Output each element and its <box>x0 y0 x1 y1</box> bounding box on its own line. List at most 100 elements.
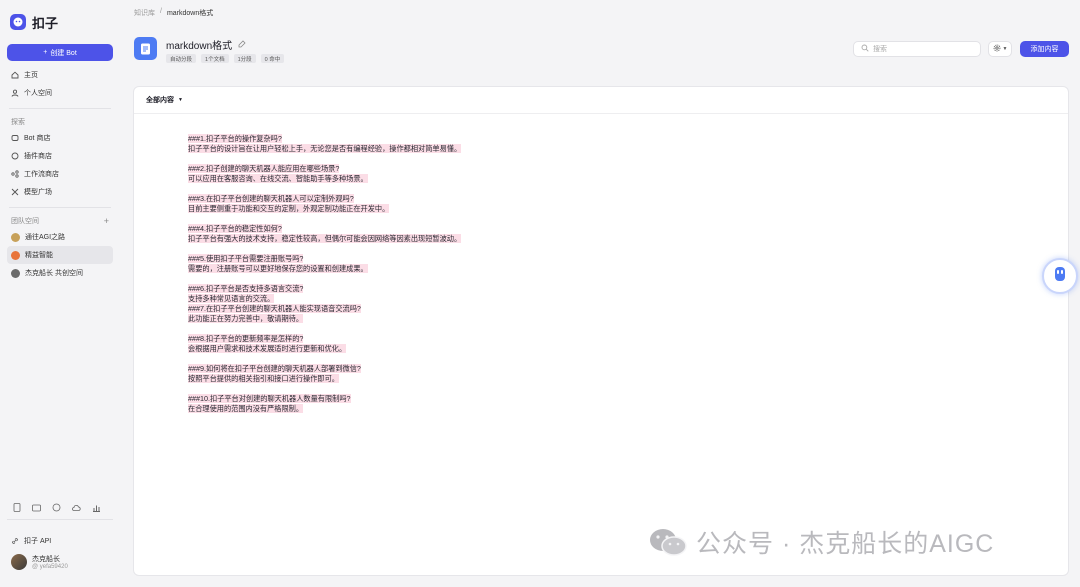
avatar <box>11 554 27 570</box>
sidebar-item-home[interactable]: 主页 <box>7 66 113 84</box>
sidebar-item-label: 通往AGI之路 <box>25 234 66 241</box>
filter-label: 全部内容 <box>146 97 174 104</box>
sidebar-item-label: Bot 商店 <box>24 135 51 142</box>
sidebar-item-label: 插件商店 <box>24 153 52 160</box>
feedback-icon[interactable] <box>52 503 61 512</box>
user-profile[interactable]: 杰克船长 @ yefa59420 <box>11 554 68 570</box>
add-team-icon[interactable]: + <box>104 216 109 226</box>
highlighted-text: 可以应用在客服咨询、在线交流、智能助手等多种场景。 <box>188 174 368 183</box>
team-section-label: 团队空间 + <box>11 216 109 226</box>
sidebar-item-bot-store[interactable]: Bot 商店 <box>7 129 113 147</box>
team-avatar <box>11 232 20 242</box>
chart-icon[interactable] <box>92 503 101 512</box>
brand[interactable]: 扣子 <box>7 10 113 34</box>
sidebar-item-workflow-store[interactable]: 工作流商店 <box>7 165 113 183</box>
answer-line: 在合理使用的范围内没有严格限制。 <box>188 404 461 414</box>
question-line: ###9.如何将在扣子平台创建的聊天机器人部署到微信? <box>188 364 461 374</box>
answer-line: 可以应用在客服咨询、在线交流、智能助手等多种场景。 <box>188 174 461 184</box>
question-line: ###8.扣子平台的更新频率是怎样的? <box>188 334 461 344</box>
highlighted-text: 需要的，注册账号可以更好地保存您的设置和创建成果。 <box>188 264 368 273</box>
sidebar-item-plugin-store[interactable]: 插件商店 <box>7 147 113 165</box>
highlighted-text: ###2.扣子创建的聊天机器人能应用在哪些场景? <box>188 164 340 173</box>
document-icon <box>134 37 157 60</box>
divider <box>7 519 113 520</box>
mail-icon[interactable] <box>32 503 41 512</box>
question-line: ###4.扣子平台的稳定性如何? <box>188 224 461 234</box>
chevron-down-icon: ▼ <box>1002 46 1008 52</box>
document-icon[interactable] <box>12 503 21 512</box>
brand-name: 扣子 <box>32 15 59 31</box>
question-line: ###10.扣子平台对创建的聊天机器人数量有限制吗? <box>188 394 461 404</box>
content-filter[interactable]: 全部内容 ▼ <box>134 87 1068 114</box>
highlighted-text: ###7.在扣子平台创建的聊天机器人能实现语音交流吗? <box>188 304 361 313</box>
tag-segment-count: 1分段 <box>233 54 256 63</box>
breadcrumb-current: markdown格式 <box>166 10 214 17</box>
explore-section-label: 探索 <box>11 119 25 126</box>
sidebar-item-label: 杰克船长 共创空间 <box>25 270 83 277</box>
sidebar-item-label: 精益智能 <box>25 252 53 259</box>
sidebar-item-team-jingyi[interactable]: 精益智能 <box>7 246 113 264</box>
workflow-store-icon <box>11 170 19 178</box>
divider <box>9 207 111 208</box>
bottom-toolbar <box>12 503 101 512</box>
assistant-icon <box>1053 265 1067 288</box>
doc-tags: 自动分段 1个文档 1分段 0 命中 <box>166 54 285 63</box>
highlighted-text: ###3.在扣子平台创建的聊天机器人可以定制外观吗? <box>188 194 354 203</box>
user-name: 杰克船长 <box>32 556 60 563</box>
add-content-button[interactable]: 添加内容 <box>1020 41 1069 57</box>
answer-line: 需要的，注册账号可以更好地保存您的设置和创建成果。 <box>188 264 461 274</box>
page-title-text: markdown格式 <box>166 41 233 52</box>
question-line: ###5.使用扣子平台需要注册账号吗? <box>188 254 461 264</box>
highlighted-text: ###1.扣子平台的操作复杂吗? <box>188 134 282 143</box>
assistant-float-button[interactable] <box>1042 258 1078 294</box>
sidebar-item-personal-space[interactable]: 个人空间 <box>7 84 113 102</box>
highlighted-text: ###6.扣子平台是否支持多语言交流? <box>188 284 304 293</box>
highlighted-text: 此功能正在努力完善中，敬请期待。 <box>188 314 304 323</box>
highlighted-text: ###9.如何将在扣子平台创建的聊天机器人部署到微信? <box>188 364 361 373</box>
highlighted-text: ###10.扣子平台对创建的聊天机器人数量有限制吗? <box>188 394 351 403</box>
plus-icon: + <box>43 49 48 56</box>
divider <box>9 108 111 109</box>
gear-icon <box>993 44 1001 54</box>
settings-button[interactable]: ▼ <box>988 41 1012 57</box>
coze-logo-icon <box>10 14 26 30</box>
sidebar-item-model-square[interactable]: 模型广场 <box>7 183 113 201</box>
search-icon <box>861 44 869 54</box>
breadcrumb-parent[interactable]: 知识库 <box>134 8 155 18</box>
coze-api-link[interactable]: 扣子 API <box>7 532 113 550</box>
highlighted-text: 目前主要侧重于功能和交互的定制，外观定制功能正在开发中。 <box>188 204 390 213</box>
answer-line: 目前主要侧重于功能和交互的定制，外观定制功能正在开发中。 <box>188 204 461 214</box>
highlighted-text: 按照平台提供的相关指引和接口进行操作即可。 <box>188 374 339 383</box>
breadcrumb-separator: / <box>160 8 162 15</box>
tag-doc-count: 1个文档 <box>201 54 229 63</box>
team-avatar <box>11 250 20 260</box>
tag-hits: 0 命中 <box>260 54 285 63</box>
sidebar-item-label: 模型广场 <box>24 189 52 196</box>
highlighted-text: 扣子平台的设计旨在让用户轻松上手，无论您是否有编程经验，操作都相对简单易懂。 <box>188 144 462 153</box>
question-line: ###7.在扣子平台创建的聊天机器人能实现语音交流吗? <box>188 304 461 314</box>
segment-content[interactable]: ###1.扣子平台的操作复杂吗? 扣子平台的设计旨在让用户轻松上手，无论您是否有编… <box>188 134 462 414</box>
home-icon <box>11 71 19 79</box>
sidebar-item-team-jack[interactable]: 杰克船长 共创空间 <box>7 264 113 282</box>
search-input[interactable]: 搜索 <box>853 41 981 57</box>
answer-line: 会根据用户需求和技术发展适时进行更新和优化。 <box>188 344 461 354</box>
answer-line: 按照平台提供的相关指引和接口进行操作即可。 <box>188 374 461 384</box>
api-label: 扣子 API <box>24 538 52 545</box>
user-id: @ yefa59420 <box>32 564 68 570</box>
edit-icon[interactable] <box>238 39 246 50</box>
sidebar-item-team-agi[interactable]: 通往AGI之路 <box>7 228 113 246</box>
search-placeholder: 搜索 <box>873 46 887 53</box>
breadcrumb: 知识库 / markdown格式 <box>134 8 213 18</box>
question-line: ###3.在扣子平台创建的聊天机器人可以定制外观吗? <box>188 194 461 204</box>
wechat-icon <box>648 527 688 557</box>
create-bot-button[interactable]: + 创建 Bot <box>7 44 113 61</box>
question-line: ###1.扣子平台的操作复杂吗? <box>188 134 461 144</box>
link-icon <box>11 537 19 545</box>
caret-down-icon: ▼ <box>178 97 183 103</box>
cloud-icon[interactable] <box>72 503 81 512</box>
watermark-text: 公众号 · 杰克船长的AIGC <box>696 530 995 558</box>
